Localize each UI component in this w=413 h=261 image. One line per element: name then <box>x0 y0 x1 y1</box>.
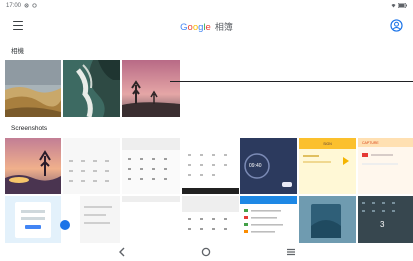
yellow-app-content <box>303 155 349 165</box>
photo-pink-sunset-trees[interactable] <box>122 60 180 117</box>
hamburger-menu-icon[interactable] <box>13 21 23 30</box>
screenshot-login-screen[interactable] <box>5 196 61 243</box>
screenshot-list-app[interactable] <box>240 196 297 243</box>
screenshot-clock-dark[interactable]: 09:40 <box>240 138 297 194</box>
blank-content-graphic <box>122 196 180 202</box>
red-app-header: CAPTURE <box>358 138 413 147</box>
dark-calc-keys <box>362 202 395 212</box>
screenshot-calculator-dark[interactable]: 3 <box>358 196 413 243</box>
add-fab-button[interactable] <box>60 220 70 230</box>
red-app-content <box>362 153 398 165</box>
wifi-icon <box>391 4 396 8</box>
clock-time-label: 09:40 <box>249 163 262 169</box>
photo-aerial-coast[interactable] <box>63 60 120 117</box>
account-circle-icon[interactable] <box>390 19 403 32</box>
recents-lines-icon[interactable] <box>284 245 298 259</box>
keypad-graphic <box>182 196 239 230</box>
status-bar: 17:00 <box>0 0 413 11</box>
screenshot-keypad-2[interactable] <box>182 196 239 243</box>
photo-desert-dunes[interactable] <box>5 60 61 117</box>
battery-icon <box>398 3 407 8</box>
screenshot-calculator-light[interactable] <box>63 138 120 194</box>
section-title-camera: 相機 <box>11 48 24 55</box>
list-rows-graphic <box>240 196 297 233</box>
brand-letter: e <box>205 21 211 33</box>
login-form-graphic <box>15 202 51 238</box>
app-bar: Google 相簿 <box>0 13 413 39</box>
divider-line <box>170 81 413 82</box>
system-navigation-bar <box>0 243 413 261</box>
home-circle-icon[interactable] <box>199 245 213 259</box>
settings-gear-icon <box>24 3 29 8</box>
status-time: 17:00 <box>6 2 22 9</box>
screenshot-sunset-tree[interactable] <box>5 138 61 194</box>
status-left: 17:00 <box>6 3 37 9</box>
form-fields-graphic <box>84 206 112 224</box>
section-title-screenshots: Screenshots <box>11 125 48 132</box>
app-title: Google 相簿 <box>180 20 233 33</box>
wallpaper-graphic <box>299 196 356 243</box>
yellow-app-header: SIGN <box>299 138 356 149</box>
back-triangle-icon[interactable] <box>115 245 129 259</box>
screenshot-blank[interactable] <box>122 196 180 243</box>
screenshot-calculator-grid[interactable] <box>122 138 180 194</box>
product-name: 相簿 <box>214 21 233 32</box>
screenshot-calculator-keypad[interactable] <box>182 138 239 194</box>
sync-icon <box>32 3 37 8</box>
brand-letter: G <box>180 21 188 33</box>
screenshot-red-app[interactable]: CAPTURE <box>358 138 413 194</box>
screenshot-form[interactable] <box>80 196 120 243</box>
screenshot-yellow-app[interactable]: SIGN <box>299 138 356 194</box>
screenshot-tablet-wallpaper[interactable] <box>299 196 356 243</box>
status-right <box>391 3 407 8</box>
